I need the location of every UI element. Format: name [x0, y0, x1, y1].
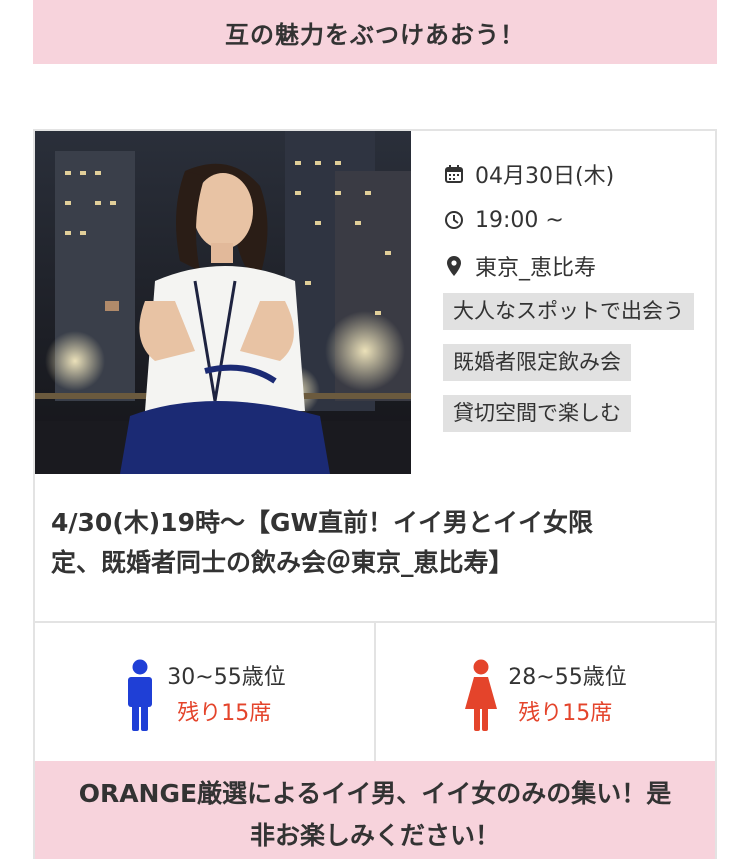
map-pin-icon — [443, 255, 465, 277]
event-tag[interactable]: 大人なスポットで出会う — [443, 293, 694, 330]
bottom-banner: ORANGE厳選によるイイ男、イイ女のみの集い！是 非お楽しみください！ — [35, 761, 715, 859]
event-tag[interactable]: 貸切空間で楽しむ — [443, 395, 631, 432]
event-location-text: 東京_恵比寿 — [475, 256, 597, 281]
calendar-icon — [443, 163, 465, 185]
bottom-banner-line: ORANGE厳選によるイイ男、イイ女のみの集い！是 — [78, 779, 672, 808]
event-date: 04月30日(木) — [443, 151, 713, 197]
event-time-text: 19:00 ~ — [475, 207, 564, 233]
top-banner-text: 互の魅力をぶつけあおう！ — [225, 20, 525, 49]
event-title[interactable]: 4/30(木)19時〜【GW直前！イイ男とイイ女限 定、既婚者同士の飲み会＠東京… — [51, 503, 701, 583]
male-icon — [128, 659, 153, 731]
female-age-range: 28~55歳位 — [508, 665, 627, 690]
male-remaining-seats: 残り15席 — [177, 701, 272, 726]
event-tags: 大人なスポットで出会う 既婚者限定飲み会 貸切空間で楽しむ — [443, 293, 713, 446]
event-date-text: 04月30日(木) — [475, 164, 615, 189]
female-remaining-seats: 残り15席 — [518, 701, 613, 726]
event-tag[interactable]: 既婚者限定飲み会 — [443, 344, 631, 381]
top-banner: 互の魅力をぶつけあおう！ — [33, 0, 717, 64]
event-card[interactable]: 04月30日(木) 19:00 ~ 東京_恵比寿 大人なスポットで出会う 既婚者… — [33, 129, 717, 859]
bottom-banner-line: 非お楽しみください！ — [249, 821, 500, 850]
male-capacity: 30~55歳位 残り15席 — [35, 641, 374, 751]
clock-icon — [443, 209, 465, 231]
female-icon — [465, 659, 498, 731]
event-title-line: 4/30(木)19時〜【GW直前！イイ男とイイ女限 — [51, 508, 594, 537]
event-title-line: 定、既婚者同士の飲み会＠東京_恵比寿】 — [51, 548, 514, 577]
male-age-range: 30~55歳位 — [167, 665, 286, 690]
event-info: 04月30日(木) 19:00 ~ 東京_恵比寿 大人なスポットで出会う 既婚者… — [443, 151, 713, 446]
event-photo[interactable] — [35, 131, 411, 474]
event-time: 19:00 ~ — [443, 197, 713, 243]
event-photo-image — [35, 131, 411, 474]
event-location: 東京_恵比寿 — [443, 243, 713, 289]
female-capacity: 28~55歳位 残り15席 — [376, 641, 715, 751]
